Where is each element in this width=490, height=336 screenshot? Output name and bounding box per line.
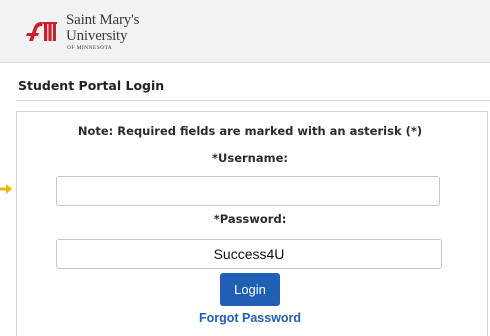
username-field[interactable]	[56, 176, 440, 206]
logo-line-university: University	[66, 28, 128, 44]
password-label: *Password:	[213, 212, 287, 226]
required-fields-note: Note: Required fields are marked with an…	[77, 124, 423, 138]
arrow-right-icon	[0, 184, 12, 194]
logo-line-name: Saint Mary's	[66, 12, 140, 28]
logo-wordmark: Saint Mary's University OF MINNESOTA	[66, 13, 139, 52]
university-logo[interactable]: Saint Mary's University OF MINNESOTA	[26, 13, 139, 52]
title-divider	[16, 100, 490, 101]
login-page: Saint Mary's University OF MINNESOTA Stu…	[0, 0, 490, 336]
logo-line-state: OF MINNESOTA	[67, 45, 113, 51]
forgot-password-link[interactable]: Forgot Password	[0, 311, 490, 325]
login-button[interactable]: Login	[220, 273, 280, 306]
password-field[interactable]	[56, 239, 442, 269]
page-title: Student Portal Login	[18, 78, 165, 93]
username-label: *Username:	[212, 151, 288, 165]
site-header: Saint Mary's University OF MINNESOTA	[0, 0, 490, 63]
university-crest-icon	[26, 22, 57, 41]
